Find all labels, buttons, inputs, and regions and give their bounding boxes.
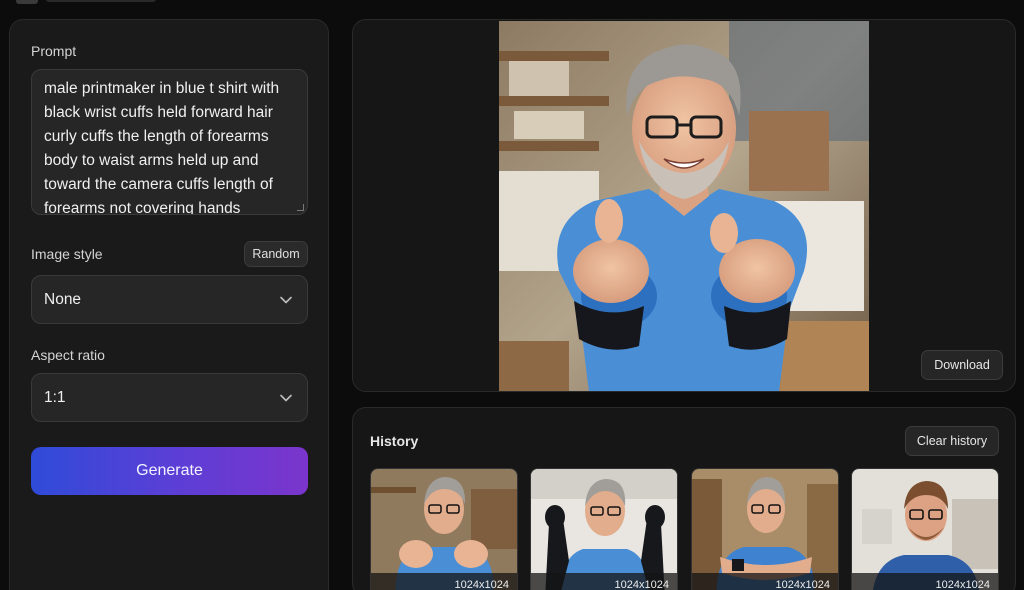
generated-image[interactable] xyxy=(499,21,869,391)
history-panel: History Clear history 1024x1024 1024x102… xyxy=(352,407,1016,590)
download-button[interactable]: Download xyxy=(921,350,1003,380)
history-item-dimensions: 1024x1024 xyxy=(692,573,838,590)
random-style-button[interactable]: Random xyxy=(244,241,308,267)
history-title: History xyxy=(370,433,419,449)
history-thumbnail xyxy=(692,469,838,590)
app-title xyxy=(46,0,156,2)
image-style-value: None xyxy=(44,290,82,308)
prompt-textarea[interactable]: male printmaker in blue t shirt with bla… xyxy=(31,69,308,215)
prompt-label: Prompt xyxy=(31,43,77,59)
resize-handle-icon[interactable] xyxy=(297,204,304,211)
image-preview-panel: Download xyxy=(352,19,1016,392)
history-thumbnail xyxy=(531,469,677,590)
aspect-ratio-value: 1:1 xyxy=(44,388,66,406)
aspect-ratio-select[interactable]: 1:1 xyxy=(31,373,308,422)
generate-button[interactable]: Generate xyxy=(31,447,308,495)
generation-form-panel: Prompt male printmaker in blue t shirt w… xyxy=(9,19,329,590)
history-thumbnail xyxy=(852,469,998,590)
app-logo-icon xyxy=(16,0,38,4)
image-style-select[interactable]: None xyxy=(31,275,308,324)
app-header xyxy=(0,0,1024,6)
history-item[interactable]: 1024x1024 xyxy=(370,468,518,590)
history-item[interactable]: 1024x1024 xyxy=(851,468,999,590)
chevron-down-icon xyxy=(280,296,292,304)
history-item-dimensions: 1024x1024 xyxy=(852,573,998,590)
generated-image-art xyxy=(499,21,869,391)
aspect-ratio-label: Aspect ratio xyxy=(31,347,105,363)
prompt-text: male printmaker in blue t shirt with bla… xyxy=(44,80,280,215)
history-item[interactable]: 1024x1024 xyxy=(691,468,839,590)
history-item-dimensions: 1024x1024 xyxy=(531,573,677,590)
history-thumbnail xyxy=(371,469,517,590)
chevron-down-icon xyxy=(280,394,292,402)
history-item[interactable]: 1024x1024 xyxy=(530,468,678,590)
clear-history-button[interactable]: Clear history xyxy=(905,426,999,456)
image-style-label: Image style xyxy=(31,246,103,262)
history-item-dimensions: 1024x1024 xyxy=(371,573,517,590)
